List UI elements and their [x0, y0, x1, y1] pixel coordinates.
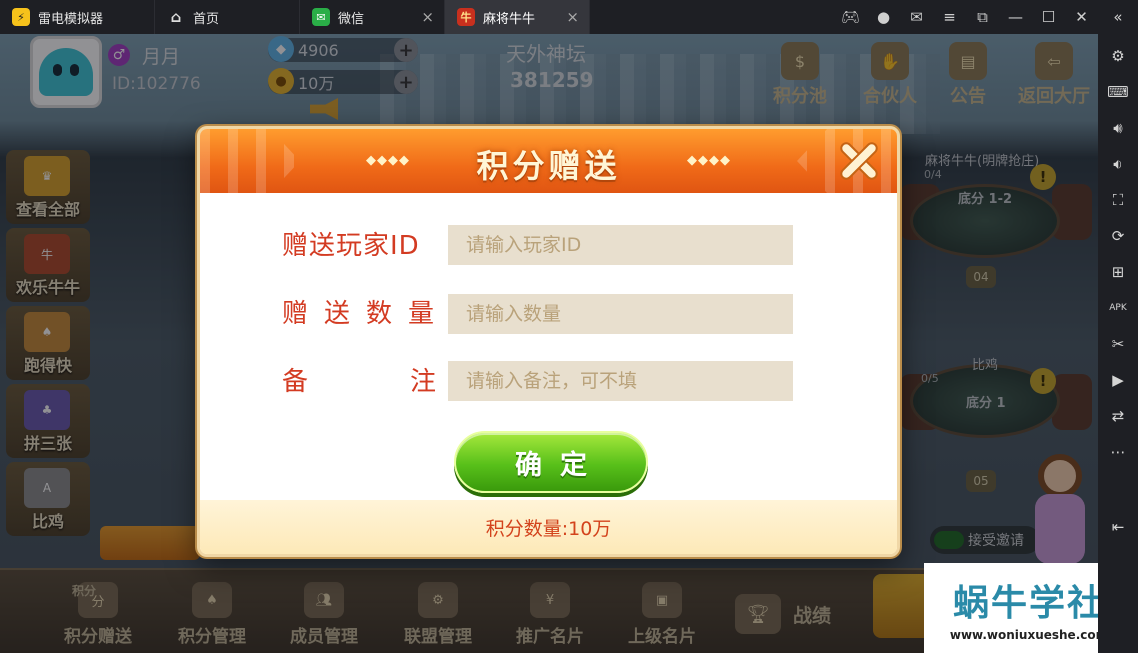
emulator-titlebar: ⚡ 雷电模拟器 ⌂ 首页 ✉ 微信 × 牛 麻将牛牛 × 🎮︎ ● ✉ ≡ ⧉ …	[0, 0, 1138, 34]
volume-down-icon[interactable]: 🔉︎	[1098, 146, 1138, 182]
rotate-icon[interactable]: ⟳	[1098, 218, 1138, 254]
back-arrow-icon[interactable]: ⇤	[1098, 509, 1138, 545]
tab-game-label: 麻将牛牛	[483, 11, 536, 27]
note-label: 备 注	[282, 361, 436, 398]
emulator-logo-icon: ⚡	[12, 8, 30, 26]
tab-home-label: 首页	[193, 11, 220, 27]
game-screen: ♂ 月月 ID:102776 ◆ 4906 + ● 10万 + 天外神坛 381…	[0, 34, 1098, 653]
note-label-char-2: 注	[409, 367, 436, 397]
settings-gear-icon[interactable]: ⚙	[1098, 38, 1138, 74]
fullscreen-icon[interactable]: ⛶	[1098, 182, 1138, 218]
tab-home[interactable]: ⌂ 首页	[155, 0, 300, 34]
tab-wechat[interactable]: ✉ 微信 ×	[300, 0, 445, 34]
emulator-app-tab[interactable]: ⚡ 雷电模拟器	[0, 0, 155, 34]
game-app-icon: 牛	[457, 8, 475, 26]
mail-icon[interactable]: ✉	[900, 0, 933, 34]
volume-up-icon[interactable]: 🔊︎	[1098, 110, 1138, 146]
quantity-input[interactable]	[448, 294, 793, 334]
watermark-url: www.woniuxueshe.com	[949, 628, 1098, 642]
note-label-char-1: 备	[282, 367, 309, 397]
wechat-icon: ✉	[312, 8, 330, 26]
watermark: 蜗牛学社 www.woniuxueshe.com	[924, 563, 1098, 653]
user-icon[interactable]: ●	[867, 0, 900, 34]
keyboard-icon[interactable]: ⌨	[1098, 74, 1138, 110]
tab-game[interactable]: 牛 麻将牛牛 ×	[445, 0, 590, 34]
close-tab-game-icon[interactable]: ×	[566, 8, 579, 26]
close-window-icon[interactable]: ✕	[1065, 0, 1098, 34]
record-video-icon[interactable]: ▶	[1098, 362, 1138, 398]
window-controls: 🎮︎ ● ✉ ≡ ⧉ — ☐ ✕ «	[834, 0, 1138, 34]
emulator-app-name: 雷电模拟器	[38, 11, 104, 27]
quantity-label: 赠送数量	[282, 299, 451, 329]
sync-icon[interactable]: ⇄	[1098, 398, 1138, 434]
screenshot-scissors-icon[interactable]: ✂	[1098, 326, 1138, 362]
more-icon[interactable]: ⋯	[1098, 434, 1138, 470]
points-balance-footer: 积分数量:10万	[200, 500, 897, 554]
home-icon: ⌂	[170, 8, 182, 26]
collapse-sidebar-icon[interactable]: «	[1098, 0, 1138, 34]
gamepad-icon[interactable]: 🎮︎	[834, 0, 867, 34]
minimize-icon[interactable]: —	[999, 0, 1032, 34]
menu-icon[interactable]: ≡	[933, 0, 966, 34]
apk-install-icon[interactable]: APK	[1098, 290, 1138, 326]
popout-icon[interactable]: ⧉	[966, 0, 999, 34]
tab-wechat-label: 微信	[338, 11, 365, 27]
dialog-header: ◆◆◆◆ 积分赠送 ◆◆◆◆	[200, 129, 897, 193]
add-window-icon[interactable]: ⊞	[1098, 254, 1138, 290]
confirm-button[interactable]: 确定	[454, 431, 648, 493]
close-dialog-button[interactable]	[839, 141, 879, 181]
maximize-icon[interactable]: ☐	[1032, 0, 1065, 34]
emulator-sidebar: ⚙ ⌨ 🔊︎ 🔉︎ ⛶ ⟳ ⊞ APK ✂ ▶ ⇄ ⋯ ⇤	[1098, 34, 1138, 653]
watermark-title: 蜗牛学社	[952, 583, 1098, 624]
note-input[interactable]	[448, 361, 793, 401]
close-tab-wechat-icon[interactable]: ×	[421, 8, 434, 26]
player-id-input[interactable]	[448, 225, 793, 265]
points-gift-dialog: ◆◆◆◆ 积分赠送 ◆◆◆◆ 赠送玩家ID 赠送数量 备 注 确定 积分数量:1…	[197, 126, 900, 557]
diamond-deco-right: ◆◆◆◆	[687, 153, 731, 168]
player-id-label: 赠送玩家ID	[282, 231, 420, 261]
dialog-title: 积分赠送	[476, 147, 621, 185]
